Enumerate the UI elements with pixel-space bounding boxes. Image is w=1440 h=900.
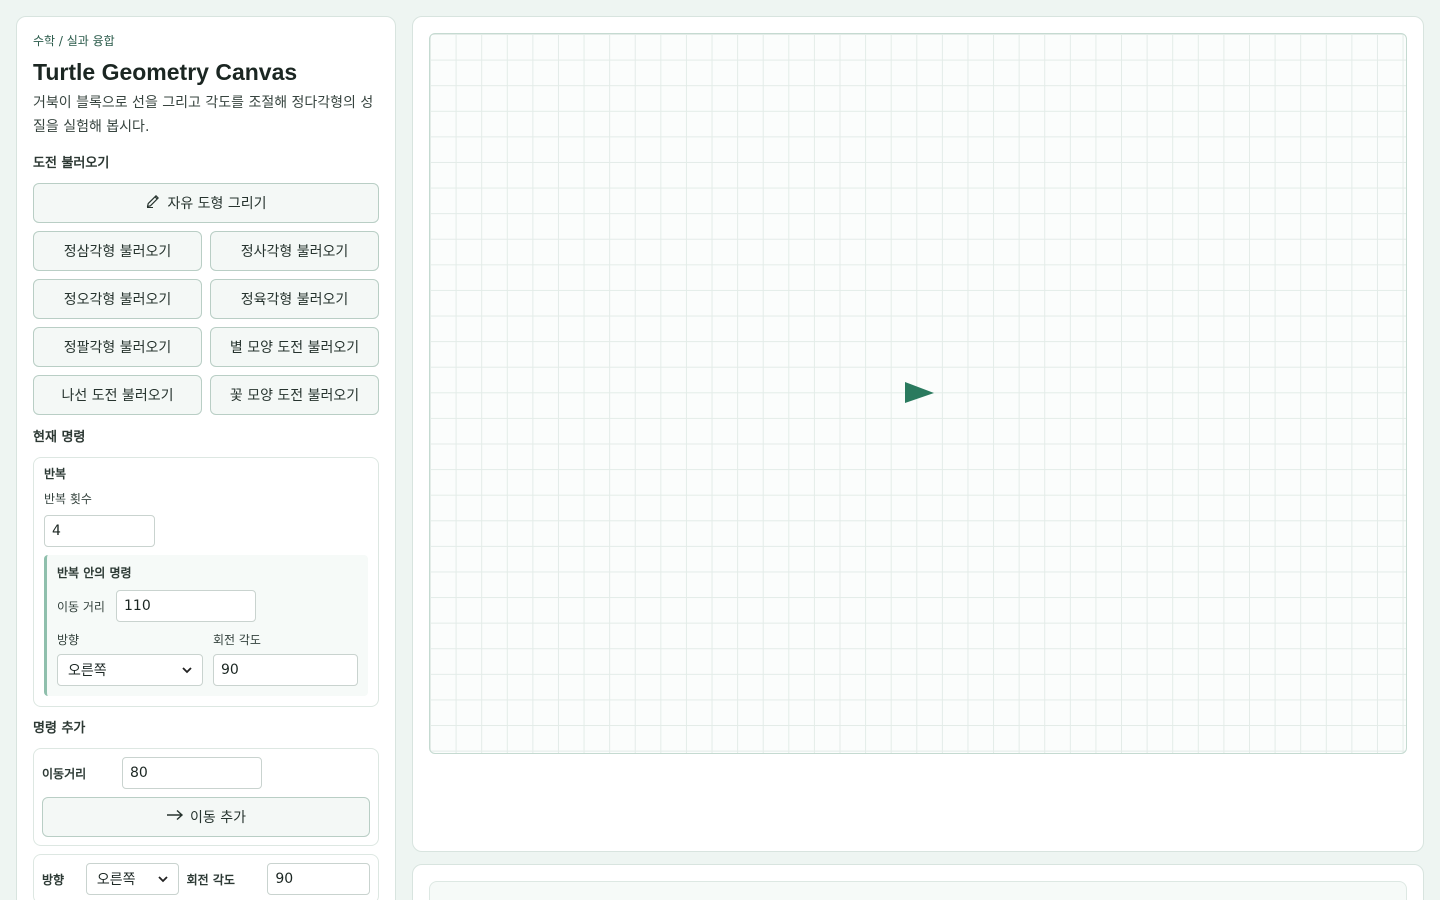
repeat-block: 반복 반복 횟수 4 반복 안의 명령 이동 거리 110 방향 오른쪽 회전 … bbox=[33, 457, 379, 707]
result-panel bbox=[412, 864, 1424, 900]
repeat-count-input[interactable]: 4 bbox=[44, 515, 155, 547]
load-hexagon-button[interactable]: 정육각형 불러오기 bbox=[210, 279, 379, 319]
load-star-button[interactable]: 별 모양 도전 불러오기 bbox=[210, 327, 379, 367]
challenges-heading: 도전 불러오기 bbox=[33, 156, 110, 171]
turn-angle-label: 회전 각도 bbox=[213, 633, 261, 647]
arrow-right-icon bbox=[166, 809, 184, 825]
load-square-button[interactable]: 정사각형 불러오기 bbox=[210, 231, 379, 271]
current-commands-heading: 현재 명령 bbox=[33, 430, 86, 445]
direction-label: 방향 bbox=[57, 633, 80, 647]
load-pentagon-button[interactable]: 정오각형 불러오기 bbox=[33, 279, 202, 319]
inner-commands-title: 반복 안의 명령 bbox=[57, 566, 132, 580]
add-direction-value: 오른쪽 bbox=[96, 872, 136, 888]
add-direction-label: 방향 bbox=[42, 872, 65, 887]
page-title: Turtle Geometry Canvas bbox=[33, 59, 298, 85]
repeat-title: 반복 bbox=[44, 467, 67, 481]
repeat-inner-commands: 반복 안의 명령 이동 거리 110 방향 오른쪽 회전 각도 90 bbox=[44, 555, 368, 696]
add-move-card: 이동거리 80 이동 추가 bbox=[33, 748, 379, 846]
load-triangle-button[interactable]: 정삼각형 불러오기 bbox=[33, 231, 202, 271]
add-move-button[interactable]: 이동 추가 bbox=[42, 797, 370, 837]
add-direction-select[interactable]: 오른쪽 bbox=[85, 863, 179, 895]
add-turn-angle-label: 회전 각도 bbox=[186, 872, 235, 887]
challenge-grid: 정삼각형 불러오기 정사각형 불러오기 정오각형 불러오기 정육각형 불러오기 … bbox=[33, 231, 379, 415]
free-draw-button[interactable]: 자유 도형 그리기 bbox=[33, 183, 379, 223]
load-spiral-button[interactable]: 나선 도전 불러오기 bbox=[33, 375, 202, 415]
chevron-down-icon bbox=[157, 871, 168, 887]
chevron-down-icon bbox=[182, 662, 192, 678]
turtle-triangle-icon bbox=[905, 382, 935, 404]
add-move-label: 이동 추가 bbox=[190, 810, 246, 826]
pencil-icon bbox=[145, 193, 161, 213]
add-move-distance-label: 이동거리 bbox=[42, 766, 87, 781]
breadcrumb: 수학 / 실과 융합 bbox=[33, 34, 115, 48]
add-move-distance-input[interactable]: 80 bbox=[122, 757, 262, 789]
turn-angle-input[interactable]: 90 bbox=[213, 654, 358, 686]
page-description: 거북이 블록으로 선을 그리고 각도를 조절해 정다각형의 성질을 실험해 봅시… bbox=[33, 95, 374, 135]
direction-value: 오른쪽 bbox=[68, 663, 107, 679]
free-draw-label: 자유 도형 그리기 bbox=[167, 196, 267, 212]
add-turn-angle-input[interactable]: 90 bbox=[267, 863, 370, 895]
result-header bbox=[429, 881, 1407, 900]
load-flower-button[interactable]: 꽃 모양 도전 불러오기 bbox=[210, 375, 379, 415]
add-turn-card: 방향 오른쪽 회전 각도 90 bbox=[33, 854, 379, 900]
canvas-panel bbox=[412, 16, 1424, 852]
control-panel: 수학 / 실과 융합 Turtle Geometry Canvas 거북이 블록… bbox=[16, 16, 396, 900]
turtle-canvas[interactable] bbox=[429, 33, 1407, 754]
add-commands-heading: 명령 추가 bbox=[33, 721, 86, 736]
move-distance-label: 이동 거리 bbox=[57, 599, 105, 614]
load-octagon-button[interactable]: 정팔각형 불러오기 bbox=[33, 327, 202, 367]
direction-select[interactable]: 오른쪽 bbox=[57, 654, 203, 686]
move-distance-input[interactable]: 110 bbox=[116, 590, 256, 622]
repeat-count-label: 반복 횟수 bbox=[44, 492, 92, 506]
